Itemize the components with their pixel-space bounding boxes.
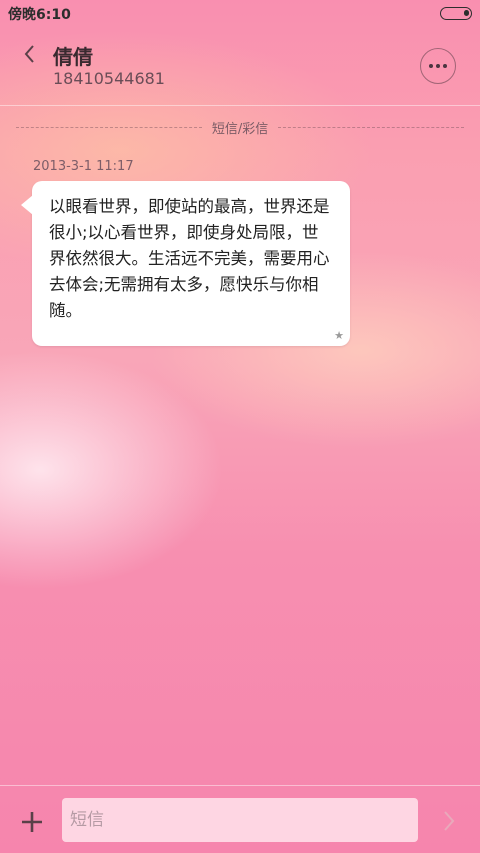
more-horizontal-icon [429,64,433,68]
status-time: 傍晚6:10 [8,7,71,23]
chevron-left-icon [24,45,34,63]
add-attachment-button[interactable] [19,809,45,835]
message-type-divider: 短信/彩信 [16,118,465,137]
conversation-header: 倩倩 18410544681 [0,26,480,106]
message-input[interactable] [62,798,418,842]
message-text: 以眼看世界，即使站的最高，世界还是很小;以心看世界，即使身处局限，世界依然很大。… [49,197,330,320]
contact-number: 18410544681 [53,69,165,88]
compose-bar [0,785,480,853]
divider-label: 短信/彩信 [211,121,269,137]
more-options-button[interactable] [420,48,456,84]
chevron-right-icon [444,811,455,831]
plus-icon [22,812,42,832]
message-timestamp: 2013-3-1 11:17 [33,159,134,174]
status-bar: 傍晚6:10 [0,0,480,26]
send-button[interactable] [440,808,458,834]
contact-name: 倩倩 [53,45,93,69]
battery-icon [440,7,472,20]
back-button[interactable] [18,40,42,68]
message-bubble[interactable]: 以眼看世界，即使站的最高，世界还是很小;以心看世界，即使身处局限，世界依然很大。… [21,181,350,346]
star-icon: ★ [334,329,344,342]
